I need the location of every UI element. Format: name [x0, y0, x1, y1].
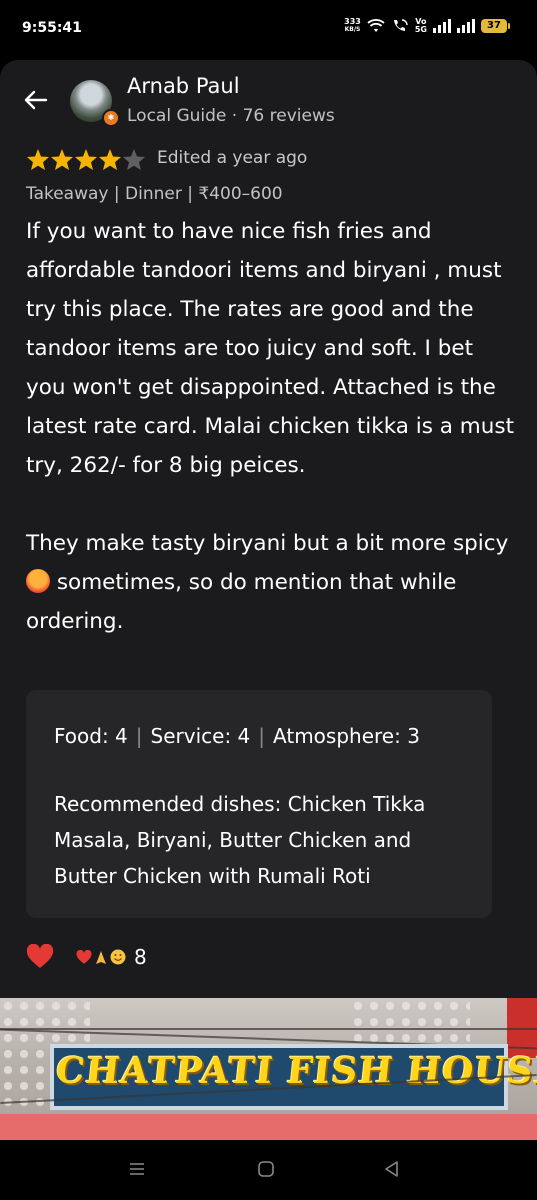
battery-indicator: 37	[481, 19, 510, 33]
edited-timestamp: Edited a year ago	[157, 148, 308, 168]
category-ratings: Food: 4 | Service: 4 | Atmosphere: 3	[54, 724, 420, 748]
review-card: ✱ Arnab Paul Local Guide · 76 reviews Ed…	[0, 60, 537, 1140]
status-icons: 333 KB/S Vo 5G 37	[344, 17, 510, 34]
recommended-dishes: Recommended dishes: Chicken Tikka Masala…	[54, 792, 426, 888]
reaction-summary[interactable]: 8	[76, 945, 147, 969]
recent-apps-button[interactable]	[128, 1160, 146, 1178]
star-rating	[26, 148, 146, 171]
heart-emoji-icon	[76, 949, 92, 964]
star-empty-icon	[123, 149, 145, 170]
smiling-face-emoji-icon	[110, 949, 126, 965]
photo-bottom-banner	[0, 1114, 537, 1140]
reviewer-info: Local Guide · 76 reviews	[127, 106, 335, 126]
volte-indicator: Vo 5G	[414, 17, 427, 34]
signal-strength-sim1-icon	[433, 19, 451, 33]
star-filled-icon	[51, 149, 73, 170]
divider: |	[258, 724, 266, 748]
atmosphere-rating: Atmosphere: 3	[273, 724, 420, 748]
review-photo[interactable]: CHATPATI FISH HOUSE	[0, 998, 537, 1140]
back-arrow-icon[interactable]	[22, 88, 50, 112]
hot-face-emoji-icon	[26, 569, 50, 593]
heart-react-button[interactable]	[26, 944, 54, 970]
wifi-calling-icon	[393, 19, 408, 31]
signal-strength-sim2-icon	[457, 19, 475, 33]
review-text: If you want to have nice fish fries and …	[26, 219, 515, 634]
reviewer-name[interactable]: Arnab Paul	[127, 74, 240, 98]
star-filled-icon	[99, 149, 121, 170]
system-nav-bar	[0, 1140, 537, 1200]
wifi-icon	[367, 19, 385, 32]
ratings-summary-box: Food: 4 | Service: 4 | Atmosphere: 3 Recomme…	[26, 690, 492, 918]
star-filled-icon	[75, 149, 97, 170]
food-rating: Food: 4	[54, 724, 128, 748]
clock: 9:55:41	[22, 20, 82, 36]
back-button[interactable]	[383, 1160, 401, 1178]
service-rating: Service: 4	[150, 724, 251, 748]
divider: |	[135, 724, 143, 748]
status-bar: 9:55:41 333 KB/S Vo 5G 37	[0, 0, 537, 60]
local-guide-badge-icon: ✱	[102, 109, 120, 127]
reaction-count: 8	[134, 945, 147, 969]
network-speed: 333 KB/S	[344, 17, 361, 34]
home-button[interactable]	[257, 1160, 275, 1178]
photo-wire	[0, 1028, 537, 1030]
visit-meta: Takeaway | Dinner | ₹400–600	[26, 184, 283, 204]
folded-hands-emoji-icon	[96, 951, 106, 964]
star-filled-icon	[27, 149, 49, 170]
reactions-row: 8	[26, 944, 147, 970]
